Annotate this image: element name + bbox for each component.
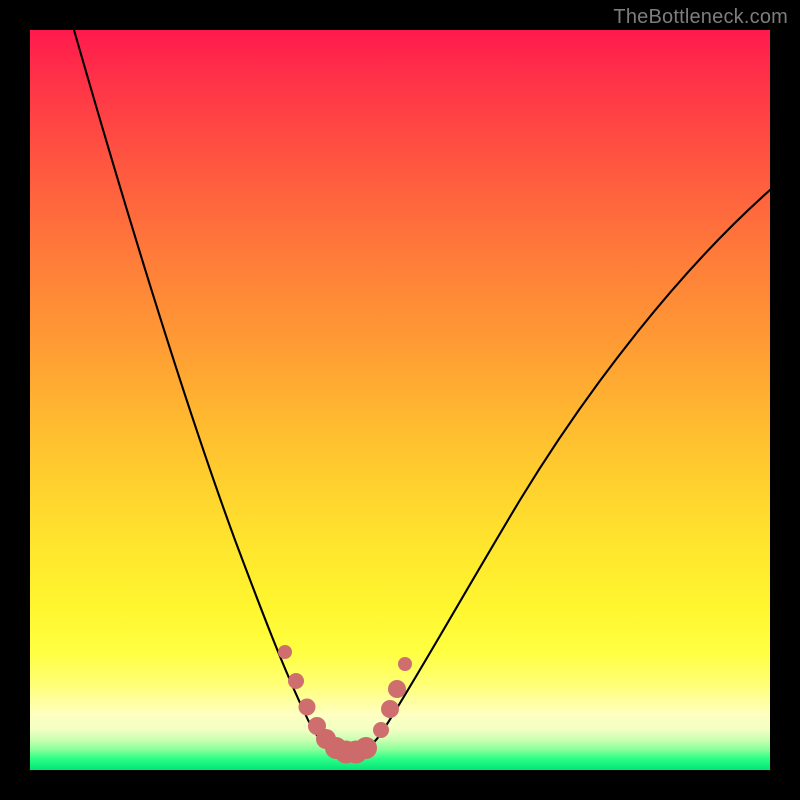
plot-area	[30, 30, 770, 770]
outer-frame: TheBottleneck.com	[0, 0, 800, 800]
bottleneck-curve	[30, 30, 770, 770]
trough-markers	[278, 645, 412, 764]
watermark-text: TheBottleneck.com	[613, 6, 788, 29]
